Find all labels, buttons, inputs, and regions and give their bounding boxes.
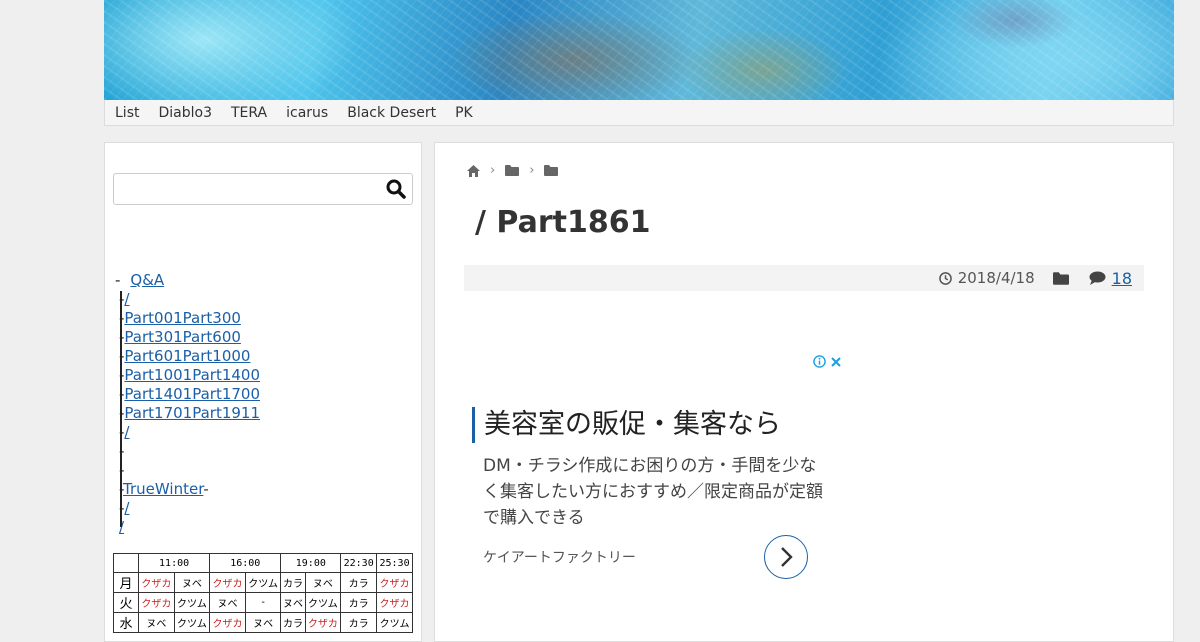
ad-block[interactable]: 美容室の販促・集客なら DM・チラシ作成にお困りの方・手間を少なく集客したい方に… [472,407,823,579]
category-tree: -Q&A-/-Part001Part300-Part301Part600-Par… [115,271,260,537]
global-nav: List Diablo3 TERA icarus Black Desert PK [104,100,1174,126]
header-banner[interactable] [104,0,1174,100]
schedule-boss-cell: クザカ [138,572,175,593]
schedule-boss-cell: ヌベ [209,592,246,613]
schedule-boss-cell: クツム [173,592,211,613]
schedule-time-header: 16:00 [209,553,282,573]
nav-item-pk[interactable]: PK [455,105,473,121]
tree-row: - [119,442,260,461]
schedule-boss-cell: クツム [244,572,282,593]
schedule-boss-cell: クザカ [376,592,413,613]
tree-link[interactable]: / [124,423,129,441]
post-meta-bar: 2018/4/18 18 [464,265,1144,291]
comment-count-link[interactable]: 18 [1112,269,1132,288]
search-input[interactable] [118,175,382,205]
ad-info-icon[interactable] [813,355,826,368]
search-icon[interactable] [386,179,406,199]
schedule-boss-cell: クツム [304,592,342,613]
chevron-right-icon: › [490,163,496,178]
tree-row: - Q&A [115,271,260,290]
main-content: › › / Part1861 2018/4/18 18 美容室の販促・集客なら … [434,142,1174,642]
schedule-boss-cell: カラ [340,592,378,613]
page-title: / Part1861 [475,205,651,240]
close-icon[interactable] [830,356,842,368]
tree-row: -Part001Part300 [119,309,260,328]
tree-row: -Part1401Part1700 [119,385,260,404]
clock-icon [938,271,952,285]
schedule-boss-cell: ヌベ [304,572,342,593]
tree-link[interactable]: / [124,499,129,517]
schedule-time-header: 25:30 [376,553,413,573]
sidebar: -Q&A-/-Part001Part300-Part301Part600-Par… [104,142,422,642]
folder-icon[interactable] [1052,271,1069,285]
ad-advertiser: ケイアートファクトリー [483,550,636,566]
tree-link[interactable]: Part1001Part1400 [124,366,260,384]
ad-arrow-button[interactable] [764,535,808,579]
tree-trunk [120,291,122,527]
tree-row: -TrueWinter- [119,480,260,499]
tree-link[interactable]: TrueWinter [123,480,203,498]
chevron-right-icon: › [529,163,535,178]
breadcrumb: › › [467,163,559,178]
nav-item-tera[interactable]: TERA [231,105,267,121]
tree-link[interactable]: Part301Part600 [124,328,240,346]
tree-link[interactable]: Part001Part300 [124,309,240,327]
tree-row: / [119,518,260,537]
schedule-day-cell: 火 [113,592,139,613]
search-box [113,173,413,205]
nav-item-diablo3[interactable]: Diablo3 [158,105,212,121]
tree-row: -Part1701Part1911 [119,404,260,423]
tree-suffix: - [203,480,209,498]
schedule-boss-cell: ヌベ [280,592,306,613]
ad-controls [813,355,842,368]
schedule-time-header: 22:30 [340,553,378,573]
nav-item-icarus[interactable]: icarus [286,105,328,121]
schedule-row: 火クザカ クツム ヌベ - ヌベ クツム カラ クザカ [113,592,413,613]
schedule-header-row: 11:00 16:00 19:00 22:30 25:30 [113,553,413,573]
schedule-boss-cell: クザカ [209,572,246,593]
tree-link[interactable]: Part1701Part1911 [124,404,260,422]
tree-row: -/ [119,290,260,309]
comment-icon [1089,271,1106,285]
schedule-table: 11:00 16:00 19:00 22:30 25:30 月クザカ ヌベ クザカ クツム カラヌ… [113,553,413,633]
schedule-row: 月クザカ ヌベ クザカ クツム カラ ヌベ カラ クザカ [113,572,413,593]
tree-link[interactable]: Part601Part1000 [124,347,250,365]
nav-item-list[interactable]: List [115,105,139,121]
nav-item-black-desert[interactable]: Black Desert [347,105,436,121]
schedule-boss-cell: カラ [340,572,378,593]
schedule-corner-cell [113,553,139,573]
home-icon[interactable] [467,164,480,177]
tree-row: -Part601Part1000 [119,347,260,366]
folder-icon[interactable] [544,165,559,176]
tree-row: -Part301Part600 [119,328,260,347]
schedule-boss-cell: - [244,592,282,613]
schedule-day-cell: 月 [113,572,139,593]
post-date: 2018/4/18 [957,269,1035,287]
tree-row: -/ [119,423,260,442]
ad-headline[interactable]: 美容室の販促・集客なら [472,407,822,443]
schedule-time-header: 11:00 [137,553,211,573]
tree-branch-marker: - [115,271,121,289]
schedule-boss-cell: ヌベ [173,572,211,593]
ad-body: DM・チラシ作成にお困りの方・手間を少なく集客したい方におすすめ／限定商品が定額… [483,456,823,528]
schedule-boss-cell: クザカ [376,572,413,593]
schedule-boss-cell: クザカ [138,592,175,613]
tree-link[interactable]: / [124,290,129,308]
chevron-right-icon [781,547,793,567]
schedule-time-header: 19:00 [280,553,342,573]
tree-link[interactable]: Q&A [130,271,164,289]
tree-row: -Part1001Part1400 [119,366,260,385]
tree-row: -/ [119,499,260,518]
schedule-boss-cell: カラ [280,572,306,593]
tree-link[interactable]: Part1401Part1700 [124,385,260,403]
tree-row: - [119,461,260,480]
folder-icon[interactable] [505,165,520,176]
